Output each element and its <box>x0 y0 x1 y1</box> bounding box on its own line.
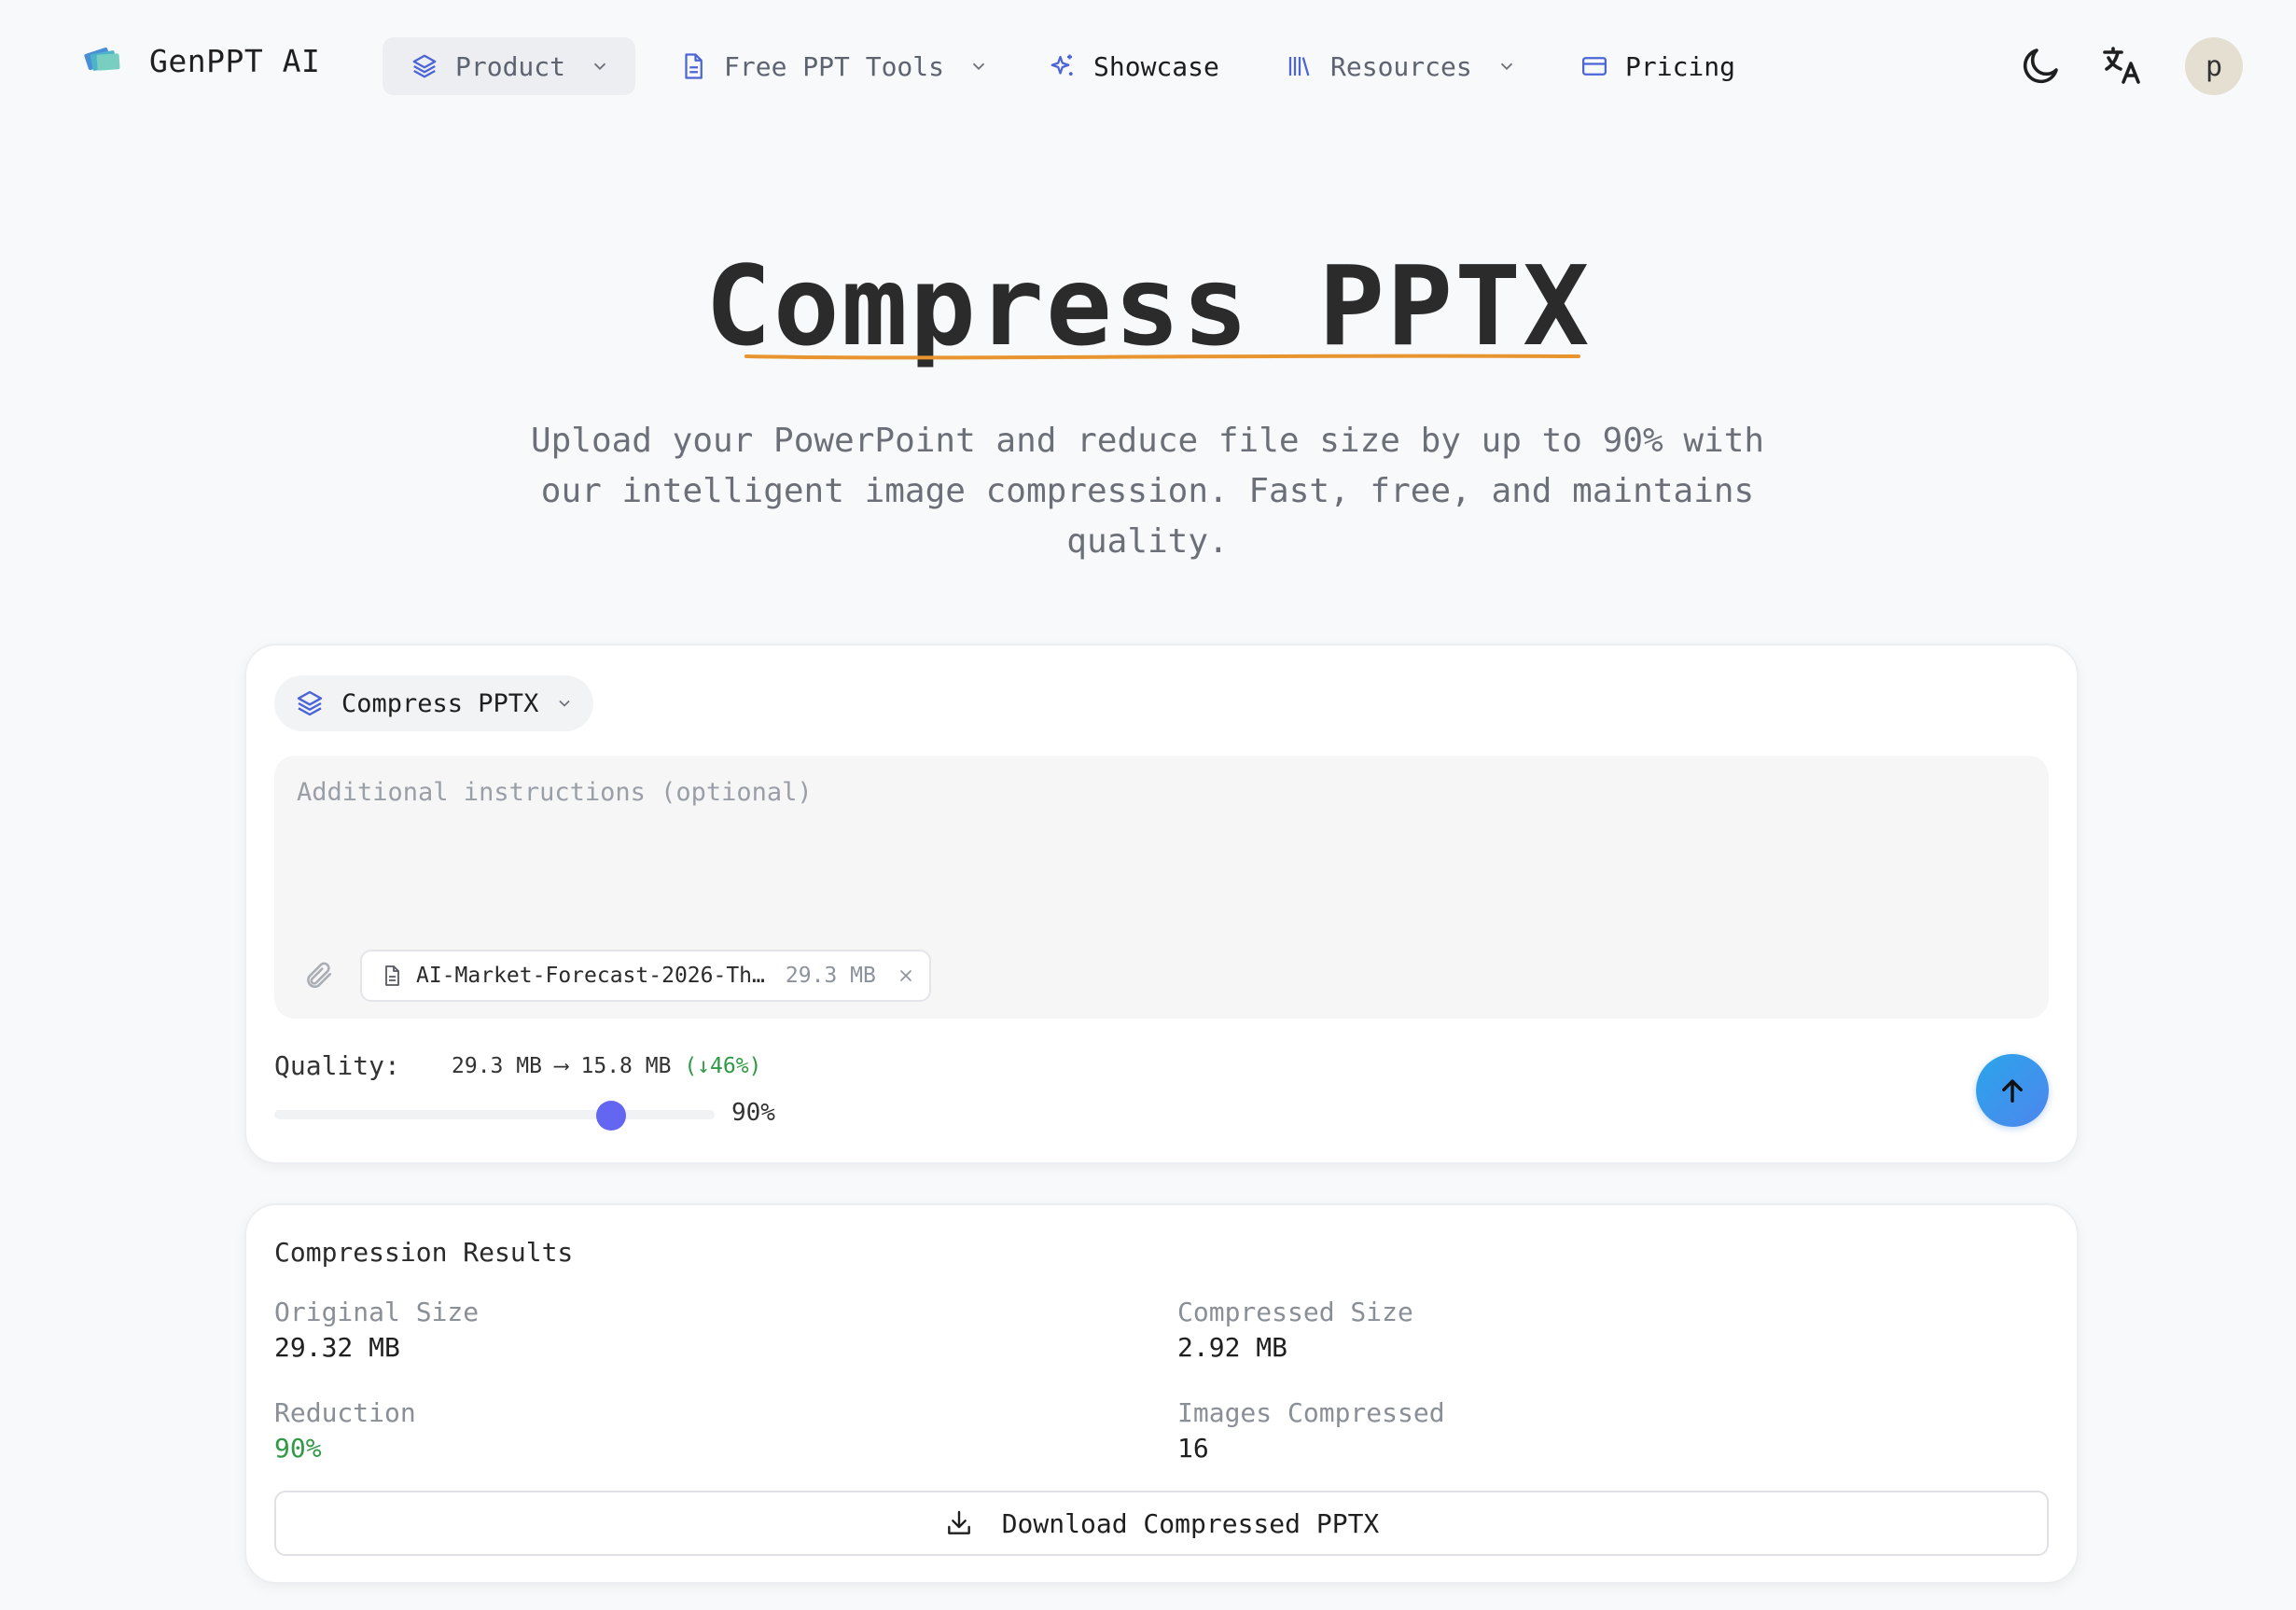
compressed-size-label: Compressed Size <box>1177 1297 1413 1327</box>
quality-value: 90% <box>731 1099 775 1127</box>
top-nav: GenPPT AI Product Free PPT Tools Showcas… <box>0 0 2296 132</box>
reduction-label: Reduction <box>274 1397 416 1428</box>
results-title: Compression Results <box>274 1237 574 1268</box>
translate-icon[interactable] <box>2099 43 2144 88</box>
chevron-down-icon <box>972 62 985 71</box>
size-reduction: (↓46%) <box>684 1054 762 1078</box>
download-icon <box>947 1510 970 1534</box>
stack-cards-icon <box>84 47 120 71</box>
size-arrow: ⟶ <box>554 1054 568 1078</box>
file-name: AI-Market-Forecast-2026-Th… <box>416 964 765 988</box>
brand-logo[interactable]: GenPPT AI <box>78 37 320 84</box>
mode-selector-label: Compress PPTX <box>341 688 539 718</box>
instructions-input[interactable] <box>274 756 2049 942</box>
nav-product-label: Product <box>455 50 566 82</box>
moon-icon[interactable] <box>2019 43 2064 88</box>
brand-name: GenPPT AI <box>149 42 321 79</box>
quality-label: Quality: <box>274 1050 400 1081</box>
credit-card-icon <box>1582 57 1607 76</box>
mode-selector[interactable]: Compress PPTX <box>274 675 593 731</box>
arrow-up-icon <box>2002 1079 2023 1103</box>
chevron-down-icon <box>559 700 570 707</box>
nav-pricing-label: Pricing <box>1625 50 1736 82</box>
compress-composer-card: Compress PPTX AI-Market-Forecast-2026-Th… <box>244 644 2079 1164</box>
file-size: 29.3 MB <box>785 964 876 988</box>
page-subtitle: Upload your PowerPoint and reduce file s… <box>530 422 1765 561</box>
close-icon[interactable] <box>897 966 915 985</box>
nav-resources-label: Resources <box>1330 50 1472 82</box>
size-estimate: 29.3 MB ⟶ 15.8 MB (↓46%) <box>452 1054 761 1078</box>
avatar[interactable]: p <box>2185 37 2243 95</box>
download-button-label: Download Compressed PPTX <box>1001 1507 1380 1539</box>
attached-file-chip[interactable]: AI-Market-Forecast-2026-Th… 29.3 MB <box>360 950 931 1002</box>
original-size-label: Original Size <box>274 1297 480 1327</box>
compressed-size-value: 2.92 MB <box>1177 1332 1288 1363</box>
nav-free-tools-label: Free PPT Tools <box>724 50 945 82</box>
library-icon <box>1288 57 1310 76</box>
layers-icon <box>412 54 437 78</box>
original-size-value: 29.32 MB <box>274 1332 400 1363</box>
document-icon <box>685 53 703 79</box>
nav-resources[interactable]: Resources <box>1286 37 1517 95</box>
nav-pricing[interactable]: Pricing <box>1580 37 1735 95</box>
reduction-value: 90% <box>274 1433 322 1464</box>
paperclip-icon[interactable] <box>302 959 334 991</box>
quality-slider-track[interactable] <box>274 1110 715 1119</box>
file-icon <box>385 965 399 986</box>
chevron-down-icon <box>1500 62 1512 71</box>
nav-showcase-label: Showcase <box>1093 50 1219 82</box>
nav-showcase[interactable]: Showcase <box>1049 37 1219 95</box>
compression-results-card: Compression Results Original Size 29.32 … <box>244 1203 2079 1584</box>
sparkles-icon <box>1051 54 1073 76</box>
chevron-down-icon <box>593 62 606 71</box>
images-compressed-label: Images Compressed <box>1177 1397 1445 1428</box>
images-compressed-value: 16 <box>1177 1433 1209 1464</box>
nav-free-tools[interactable]: Free PPT Tools <box>679 37 989 95</box>
size-to: 15.8 MB <box>580 1054 672 1078</box>
quality-slider-thumb[interactable] <box>595 1101 626 1131</box>
prompt-box: AI-Market-Forecast-2026-Th… 29.3 MB <box>274 756 2049 1019</box>
title-underline <box>744 354 1580 360</box>
submit-button[interactable] <box>1976 1054 2049 1127</box>
download-button[interactable]: Download Compressed PPTX <box>274 1491 2049 1556</box>
size-from: 29.3 MB <box>452 1054 542 1078</box>
layers-icon <box>297 690 323 716</box>
nav-product[interactable]: Product <box>383 37 635 95</box>
